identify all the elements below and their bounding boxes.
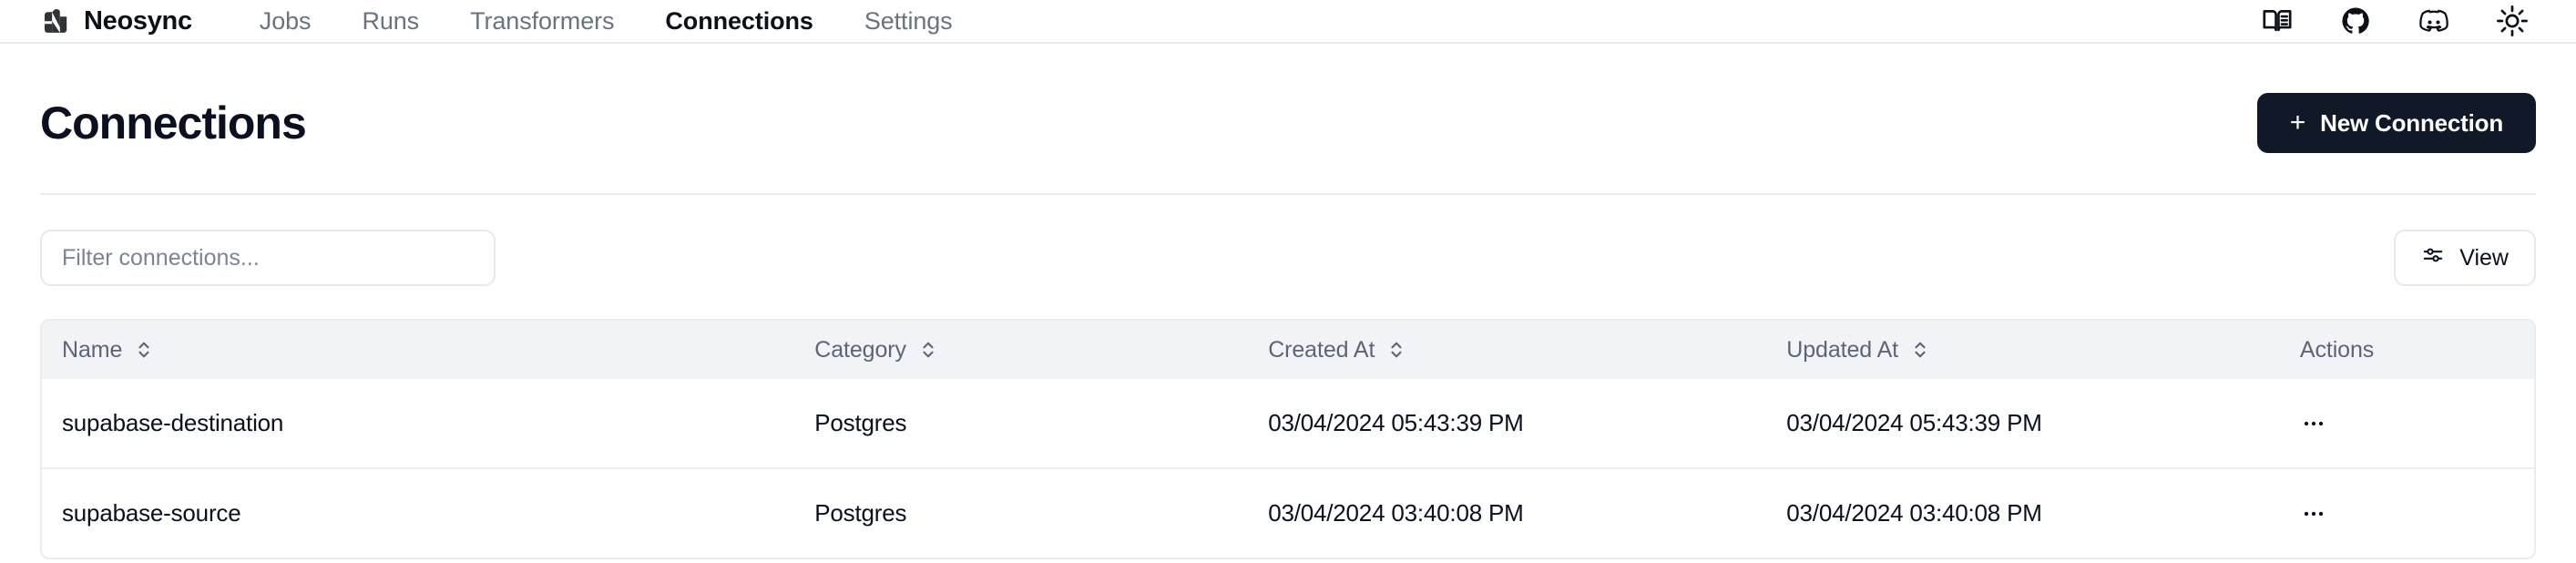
view-options-button[interactable]: View (2394, 230, 2536, 286)
neosync-logo-icon (40, 5, 71, 36)
nav-item-connections[interactable]: Connections (639, 7, 838, 36)
connections-table: Name Category Created At Updated At Acti… (42, 321, 2534, 558)
column-header-updated-at[interactable]: Updated At (1766, 321, 2280, 379)
toolbar-container: View (0, 195, 2576, 286)
primary-nav: Jobs Runs Transformers Connections Setti… (234, 7, 978, 36)
column-header-updated-at-label: Updated At (1786, 336, 1898, 363)
sort-chevrons-icon (1911, 339, 1929, 361)
column-header-created-at[interactable]: Created At (1248, 321, 1766, 379)
top-navigation-bar: Neosync Jobs Runs Transformers Connectio… (0, 0, 2576, 44)
sun-theme-icon[interactable] (2496, 5, 2529, 37)
connections-page: Neosync Jobs Runs Transformers Connectio… (0, 0, 2576, 563)
nav-item-settings[interactable]: Settings (839, 7, 978, 36)
discord-icon[interactable] (2418, 5, 2450, 37)
column-header-name[interactable]: Name (42, 321, 794, 379)
brand-home-link[interactable]: Neosync (40, 5, 192, 36)
nav-item-transformers[interactable]: Transformers (445, 7, 639, 36)
table-toolbar: View (40, 195, 2536, 286)
docs-book-icon[interactable] (2261, 5, 2294, 37)
cell-category: Postgres (814, 499, 907, 527)
column-header-category-label: Category (814, 336, 906, 363)
sort-chevrons-icon (1387, 339, 1406, 361)
new-connection-button[interactable]: + New Connection (2256, 93, 2536, 153)
cell-created-at: 03/04/2024 05:43:39 PM (1268, 409, 1524, 436)
cell-name: supabase-destination (62, 409, 284, 436)
new-connection-label: New Connection (2320, 108, 2503, 137)
plus-icon: + (2289, 107, 2306, 138)
column-header-created-at-label: Created At (1268, 336, 1375, 363)
sort-chevrons-icon (135, 339, 153, 361)
row-actions-menu-icon[interactable] (2300, 494, 2327, 534)
column-header-category[interactable]: Category (794, 321, 1248, 379)
page-header-container: Connections + New Connection (0, 44, 2576, 153)
table-row[interactable]: supabase-source Postgres 03/04/2024 03:4… (42, 468, 2534, 558)
column-header-actions: Actions (2280, 321, 2534, 379)
connections-table-wrapper: Name Category Created At Updated At Acti… (40, 319, 2536, 559)
filter-connections-input[interactable] (40, 230, 496, 286)
table-row[interactable]: supabase-destination Postgres 03/04/2024… (42, 379, 2534, 468)
cell-updated-at: 03/04/2024 03:40:08 PM (1786, 499, 2042, 527)
sort-chevrons-icon (919, 339, 937, 361)
cell-name: supabase-source (62, 499, 241, 527)
table-header: Name Category Created At Updated At Acti… (42, 321, 2534, 379)
cell-updated-at: 03/04/2024 05:43:39 PM (1786, 409, 2042, 436)
view-button-label: View (2459, 244, 2509, 271)
nav-item-jobs[interactable]: Jobs (234, 7, 337, 36)
nav-item-runs[interactable]: Runs (336, 7, 445, 36)
page-header: Connections + New Connection (40, 44, 2536, 153)
column-header-actions-label: Actions (2299, 336, 2375, 363)
cell-created-at: 03/04/2024 03:40:08 PM (1268, 499, 1524, 527)
column-header-name-label: Name (62, 336, 123, 363)
cell-category: Postgres (814, 409, 907, 436)
page-title: Connections (40, 97, 307, 148)
table-container: Name Category Created At Updated At Acti… (0, 319, 2576, 559)
cell-actions (2280, 468, 2534, 558)
table-body: supabase-destination Postgres 03/04/2024… (42, 379, 2534, 558)
sliders-icon (2421, 243, 2445, 273)
nav-icon-group (2261, 5, 2536, 37)
table-header-row: Name Category Created At Updated At Acti… (42, 321, 2534, 379)
github-icon[interactable] (2339, 5, 2372, 37)
row-actions-menu-icon[interactable] (2300, 404, 2327, 444)
brand-name: Neosync (84, 5, 192, 36)
cell-actions (2280, 379, 2534, 468)
